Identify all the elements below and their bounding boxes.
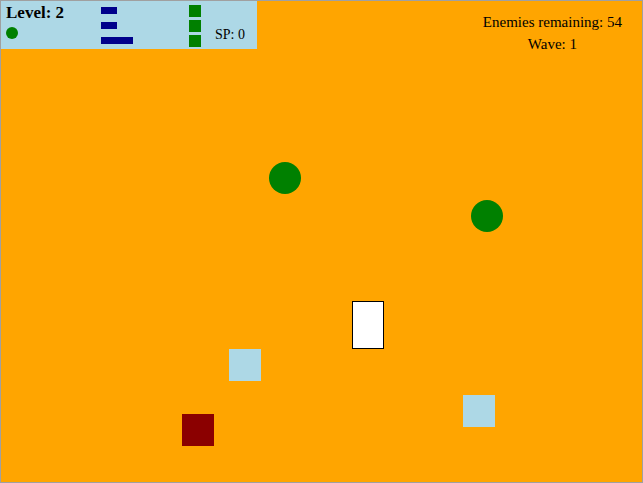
sp-label: SP: 0 [203, 1, 245, 43]
stat-bar-fill [101, 7, 117, 14]
stat-bar [101, 37, 133, 44]
player [352, 301, 384, 349]
enemy-circle [269, 162, 301, 194]
stat-bar-fill [101, 22, 117, 29]
upgrade-button[interactable] [189, 20, 201, 32]
stat-bar [101, 7, 133, 14]
enemy-square [463, 395, 495, 427]
game-canvas[interactable]: Level: 2 SP: 0 Enemies remaining: 54 Wave: … [0, 0, 643, 483]
hud-panel: Level: 2 SP: 0 [1, 1, 257, 49]
upgrade-button[interactable] [189, 5, 201, 17]
stat-bar [101, 22, 133, 29]
enemy-square [182, 414, 214, 446]
enemies-remaining: Enemies remaining: 54 [483, 13, 622, 31]
upgrade-button[interactable] [189, 35, 201, 47]
enemy-square [229, 349, 261, 381]
life-dot [6, 27, 18, 39]
stat-bar-fill [101, 37, 133, 44]
level-label: Level: 2 [6, 3, 101, 23]
enemy-circle [471, 200, 503, 232]
wave-label: Wave: 1 [528, 35, 577, 53]
